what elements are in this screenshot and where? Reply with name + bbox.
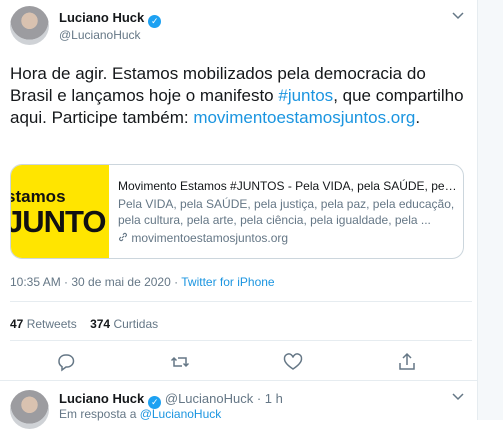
link-preview-card[interactable]: stamos JUNTO Movimento Estamos #JUNTOS -… bbox=[10, 164, 464, 259]
author-name[interactable]: Luciano Huck ✓ bbox=[59, 10, 162, 28]
hashtag-link[interactable]: #juntos bbox=[278, 86, 333, 105]
tweet-timestamp[interactable]: 10:35 AM · 30 de mai de 2020 · bbox=[10, 275, 181, 289]
card-title: Movimento Estamos #JUNTOS - Pela VIDA, p… bbox=[118, 179, 458, 193]
author-handle[interactable]: @LucianoHuck bbox=[59, 28, 141, 42]
retweet-icon[interactable] bbox=[168, 350, 192, 374]
card-body: Movimento Estamos #JUNTOS - Pela VIDA, p… bbox=[118, 178, 458, 246]
reply-to-handle[interactable]: @LucianoHuck bbox=[140, 407, 222, 421]
tweet-stats: 47 Retweets 374 Curtidas bbox=[10, 317, 158, 331]
verified-icon: ✓ bbox=[148, 15, 162, 28]
retweets-stat[interactable]: 47 Retweets bbox=[10, 317, 77, 331]
card-url: movimentoestamosjuntos.org bbox=[118, 230, 458, 246]
share-icon[interactable] bbox=[395, 350, 419, 374]
divider bbox=[10, 340, 472, 341]
tweet-actions bbox=[0, 350, 477, 374]
thumbnail-text-bottom: JUNTO bbox=[11, 204, 107, 239]
reply-icon[interactable] bbox=[54, 350, 78, 374]
tweet-text: Hora de agir. Estamos mobilizados pela d… bbox=[10, 64, 464, 127]
chevron-down-icon[interactable] bbox=[452, 390, 464, 404]
likes-stat[interactable]: 374 Curtidas bbox=[90, 317, 158, 331]
tweet-meta: 10:35 AM · 30 de mai de 2020 · Twitter f… bbox=[10, 275, 275, 289]
like-icon[interactable] bbox=[281, 350, 305, 374]
adjacent-panel bbox=[478, 0, 503, 420]
avatar[interactable] bbox=[10, 390, 49, 429]
card-description: Pela VIDA, pela SAÚDE, pela justiça, pel… bbox=[118, 197, 455, 227]
reply-tweet[interactable]: Luciano Huck ✓ @LucianoHuck · 1 h Em resp… bbox=[0, 381, 477, 429]
card-thumbnail: stamos JUNTO bbox=[11, 165, 109, 258]
avatar[interactable] bbox=[10, 6, 49, 45]
website-link[interactable]: movimentoestamosjuntos.org bbox=[193, 108, 415, 127]
chevron-down-icon[interactable] bbox=[452, 9, 464, 23]
reply-context: Em resposta a @LucianoHuck bbox=[59, 407, 222, 421]
divider bbox=[10, 301, 472, 302]
link-icon bbox=[118, 231, 131, 245]
tweet-source[interactable]: Twitter for iPhone bbox=[181, 275, 274, 289]
tweet-detail: Luciano Huck ✓ @LucianoHuck Hora de agir.… bbox=[0, 0, 478, 429]
